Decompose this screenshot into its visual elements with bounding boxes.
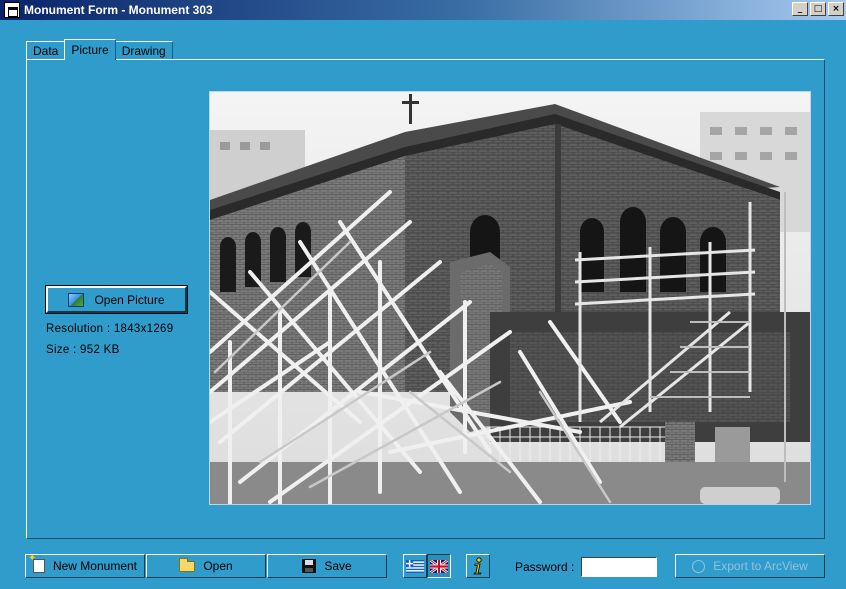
folder-icon [179,557,196,572]
tab-strip: Data Picture Drawing [26,39,173,60]
tab-data[interactable]: Data [26,41,66,60]
open-button[interactable]: Open [146,554,266,578]
size-text: Size : 952 KB [46,344,120,356]
save-label: Save [324,559,352,573]
tab-drawing[interactable]: Drawing [114,41,173,60]
password-input[interactable] [581,557,657,577]
window-controls: _ □ × [792,2,844,16]
title-bar: Monument Form - Monument 303 _ □ × [0,0,846,20]
open-picture-button[interactable]: Open Picture [45,285,188,314]
export-label: Export to ArcView [713,559,808,573]
export-arcview-button[interactable]: Export to ArcView [675,554,825,578]
globe-icon [692,559,706,573]
save-button[interactable]: Save [267,554,387,578]
minimize-button[interactable]: _ [792,2,808,16]
english-language-button[interactable] [427,554,451,578]
monument-photo [209,91,811,505]
greek-flag-icon [406,559,424,573]
open-label: Open [203,559,233,573]
floppy-disk-icon [302,559,317,573]
app-icon [4,2,20,18]
new-monument-label: New Monument [52,559,138,573]
bottom-toolbar: New Monument Open Save [0,549,846,589]
new-document-icon [28,553,45,573]
info-button[interactable] [466,554,490,578]
info-icon [473,557,482,575]
password-label: Password : [515,560,575,574]
new-monument-button[interactable]: New Monument [25,553,145,578]
uk-flag-icon [430,559,448,573]
resolution-text: Resolution : 1843x1269 [46,323,174,335]
close-button[interactable]: × [828,2,844,16]
window-title: Monument Form - Monument 303 [24,3,213,17]
maximize-button[interactable]: □ [810,2,826,16]
greek-language-button[interactable] [403,554,427,578]
open-picture-label: Open Picture [94,292,165,307]
picture-icon [68,292,85,307]
tab-picture[interactable]: Picture [64,39,116,60]
